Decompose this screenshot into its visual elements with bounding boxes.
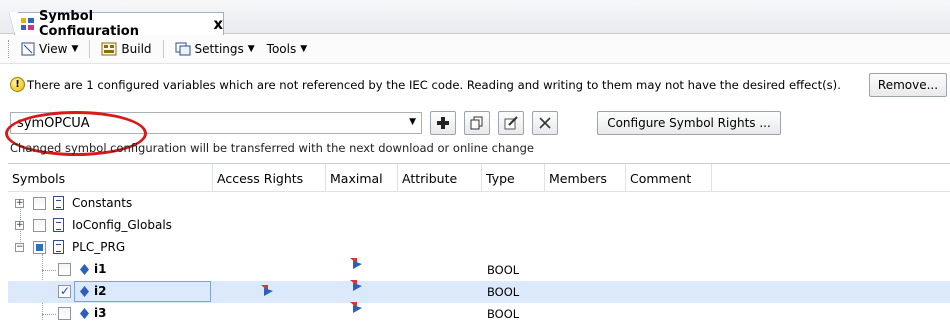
row-checkbox[interactable] xyxy=(33,241,46,254)
column-comment[interactable]: Comment xyxy=(626,164,712,192)
toolbar-separator xyxy=(162,40,164,58)
read-write-access-icon xyxy=(350,280,362,291)
configure-symbol-rights-button[interactable]: Configure Symbol Rights ... xyxy=(597,111,781,135)
variable-icon xyxy=(80,264,89,275)
toolbar-separator xyxy=(89,40,91,58)
symbol-name: i3 xyxy=(94,306,107,320)
remove-button[interactable]: Remove... xyxy=(869,73,947,97)
collapse-icon[interactable]: − xyxy=(15,243,24,252)
chevron-down-icon: ▼ xyxy=(300,44,308,54)
warning-bar: ! There are 1 configured variables which… xyxy=(0,66,950,103)
column-type[interactable]: Type xyxy=(482,164,545,192)
settings-icon xyxy=(175,42,191,56)
build-label: Build xyxy=(121,42,152,56)
row-checkbox[interactable] xyxy=(33,219,46,232)
variable-icon xyxy=(80,308,89,319)
build-icon xyxy=(101,42,117,56)
column-attribute[interactable]: Attribute xyxy=(398,164,482,192)
expand-icon[interactable]: + xyxy=(15,221,24,230)
row-checkbox[interactable] xyxy=(33,197,46,210)
type-cell: BOOL xyxy=(487,307,520,321)
chevron-down-icon: ▼ xyxy=(409,117,416,127)
symbol-name: IoConfig_Globals xyxy=(72,218,172,232)
symbol-name: PLC_PRG xyxy=(72,240,126,254)
tree-row[interactable]: + IoConfig_Globals xyxy=(8,215,950,237)
edit-button[interactable] xyxy=(498,111,524,135)
tools-menu-button[interactable]: Tools ▼ xyxy=(263,38,311,60)
view-menu-button[interactable]: View ▼ xyxy=(17,38,82,60)
tree-header: Symbols Access Rights Maximal Attribute … xyxy=(8,164,950,192)
selected-configuration: symOPCUA xyxy=(17,115,90,131)
configuration-row: symOPCUA ▼ Configure Symbol Rights ... xyxy=(0,108,950,138)
tree-row[interactable]: i3 BOOL xyxy=(8,302,950,325)
tree-row[interactable]: + Constants xyxy=(8,193,950,215)
symbols-tree: Symbols Access Rights Maximal Attribute … xyxy=(8,163,950,335)
editor-tab-strip: Symbol Configuration x xyxy=(0,0,950,39)
tab-symbol-configuration[interactable]: Symbol Configuration x xyxy=(6,9,224,39)
document-icon xyxy=(53,240,64,254)
row-checkbox[interactable] xyxy=(58,263,71,276)
column-symbols[interactable]: Symbols xyxy=(8,164,213,192)
copy-button[interactable] xyxy=(464,111,490,135)
row-checkbox[interactable] xyxy=(58,284,71,298)
plus-icon xyxy=(437,117,449,129)
delete-button[interactable] xyxy=(532,111,558,135)
info-text: Changed symbol configuration will be tra… xyxy=(10,141,534,155)
view-label: View xyxy=(39,42,68,56)
column-maximal[interactable]: Maximal xyxy=(326,164,398,192)
symbol-name: i1 xyxy=(94,262,107,276)
close-icon[interactable]: x xyxy=(213,15,223,33)
symbol-name: i2 xyxy=(94,284,107,298)
symbol-name: Constants xyxy=(72,196,133,210)
tree-row-selected[interactable]: i2 BOOL xyxy=(8,280,950,303)
read-write-access-icon xyxy=(350,258,362,269)
add-button[interactable] xyxy=(430,111,456,135)
document-icon xyxy=(53,218,64,232)
settings-label: Settings xyxy=(194,42,244,56)
toolbar-grip[interactable] xyxy=(8,40,11,58)
warning-icon: ! xyxy=(10,77,25,92)
view-icon xyxy=(21,42,35,56)
tools-label: Tools xyxy=(266,42,297,56)
settings-menu-button[interactable]: Settings ▼ xyxy=(171,38,259,60)
warning-text: There are 1 configured variables which a… xyxy=(27,77,841,92)
document-icon xyxy=(53,196,64,210)
read-write-access-icon[interactable] xyxy=(261,285,273,297)
chevron-down-icon: ▼ xyxy=(247,44,255,54)
column-members[interactable]: Members xyxy=(545,164,626,192)
copy-icon xyxy=(470,116,483,130)
tree-row[interactable]: − PLC_PRG xyxy=(8,237,950,259)
read-write-access-icon xyxy=(350,302,362,313)
delete-icon xyxy=(539,117,551,129)
edit-icon xyxy=(504,116,518,130)
chevron-down-icon: ▼ xyxy=(71,44,79,54)
type-cell: BOOL xyxy=(487,263,520,277)
toolbar: View ▼ Build Settings ▼ Tools ▼ xyxy=(0,35,950,64)
symbol-config-icon xyxy=(21,18,35,30)
symbol-configuration-select[interactable]: symOPCUA ▼ xyxy=(10,112,422,134)
expand-icon[interactable]: + xyxy=(15,199,24,208)
column-access-rights[interactable]: Access Rights xyxy=(213,164,326,192)
row-checkbox[interactable] xyxy=(58,307,71,320)
type-cell: BOOL xyxy=(487,285,520,299)
tree-row[interactable]: i1 BOOL xyxy=(8,258,950,281)
build-button[interactable]: Build xyxy=(97,38,155,60)
